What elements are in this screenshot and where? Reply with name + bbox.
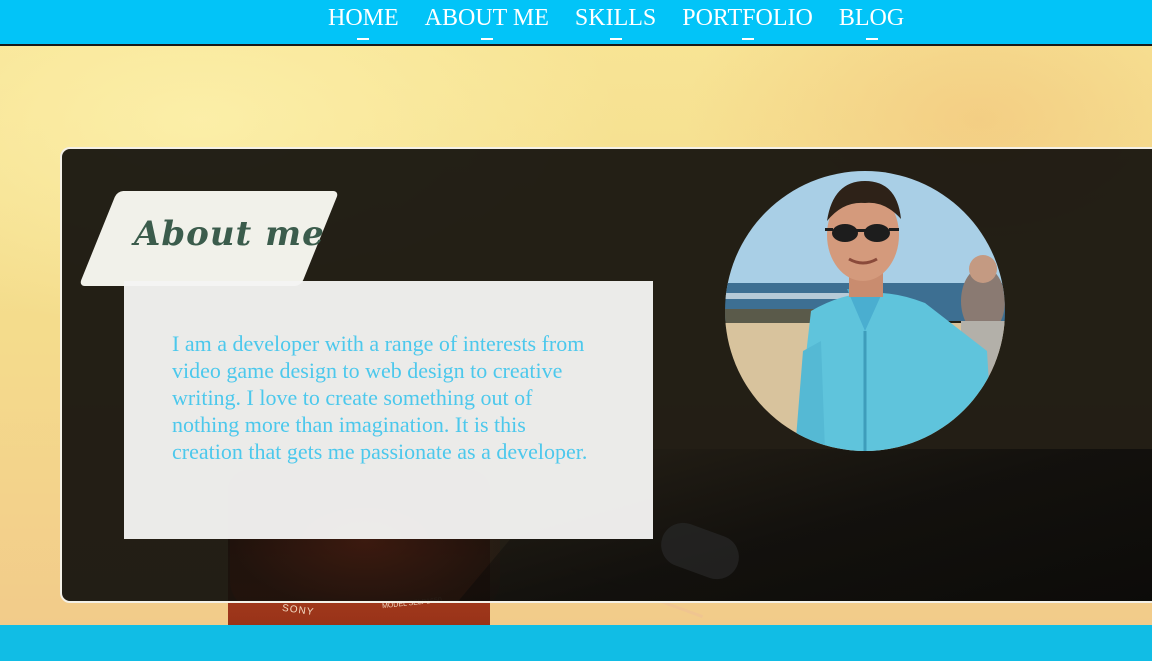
nav-item-label[interactable]: HOME [328, 5, 399, 31]
footer-bar [0, 625, 1152, 661]
nav-item-portfolio[interactable]: PORTFOLIO [682, 4, 813, 40]
nav-item-label[interactable]: PORTFOLIO [682, 5, 813, 31]
page: SONY MODEL SELP1650 HOME ABOUT ME SKILLS… [0, 0, 1152, 661]
about-heading: About me [134, 214, 325, 254]
nav-item-label[interactable]: SKILLS [575, 5, 656, 31]
nav-underline [609, 38, 622, 40]
about-body-text: I am a developer with a range of interes… [172, 331, 588, 464]
nav-item-home[interactable]: HOME [328, 4, 399, 40]
nav-underline [741, 38, 754, 40]
profile-photo-icon [725, 171, 1005, 451]
top-nav-bar: HOME ABOUT ME SKILLS PORTFOLIO BLOG [0, 0, 1152, 46]
nav-item-label[interactable]: BLOG [839, 5, 904, 31]
nav-item-blog[interactable]: BLOG [839, 4, 904, 40]
nav-underline [357, 38, 370, 40]
nav-list: HOME ABOUT ME SKILLS PORTFOLIO BLOG [328, 4, 904, 40]
nav-item-skills[interactable]: SKILLS [575, 4, 656, 40]
nav-item-label[interactable]: ABOUT ME [425, 5, 549, 31]
profile-photo [725, 171, 1005, 451]
nav-item-about-me[interactable]: ABOUT ME [425, 4, 549, 40]
nav-underline [480, 38, 493, 40]
nav-underline [865, 38, 878, 40]
